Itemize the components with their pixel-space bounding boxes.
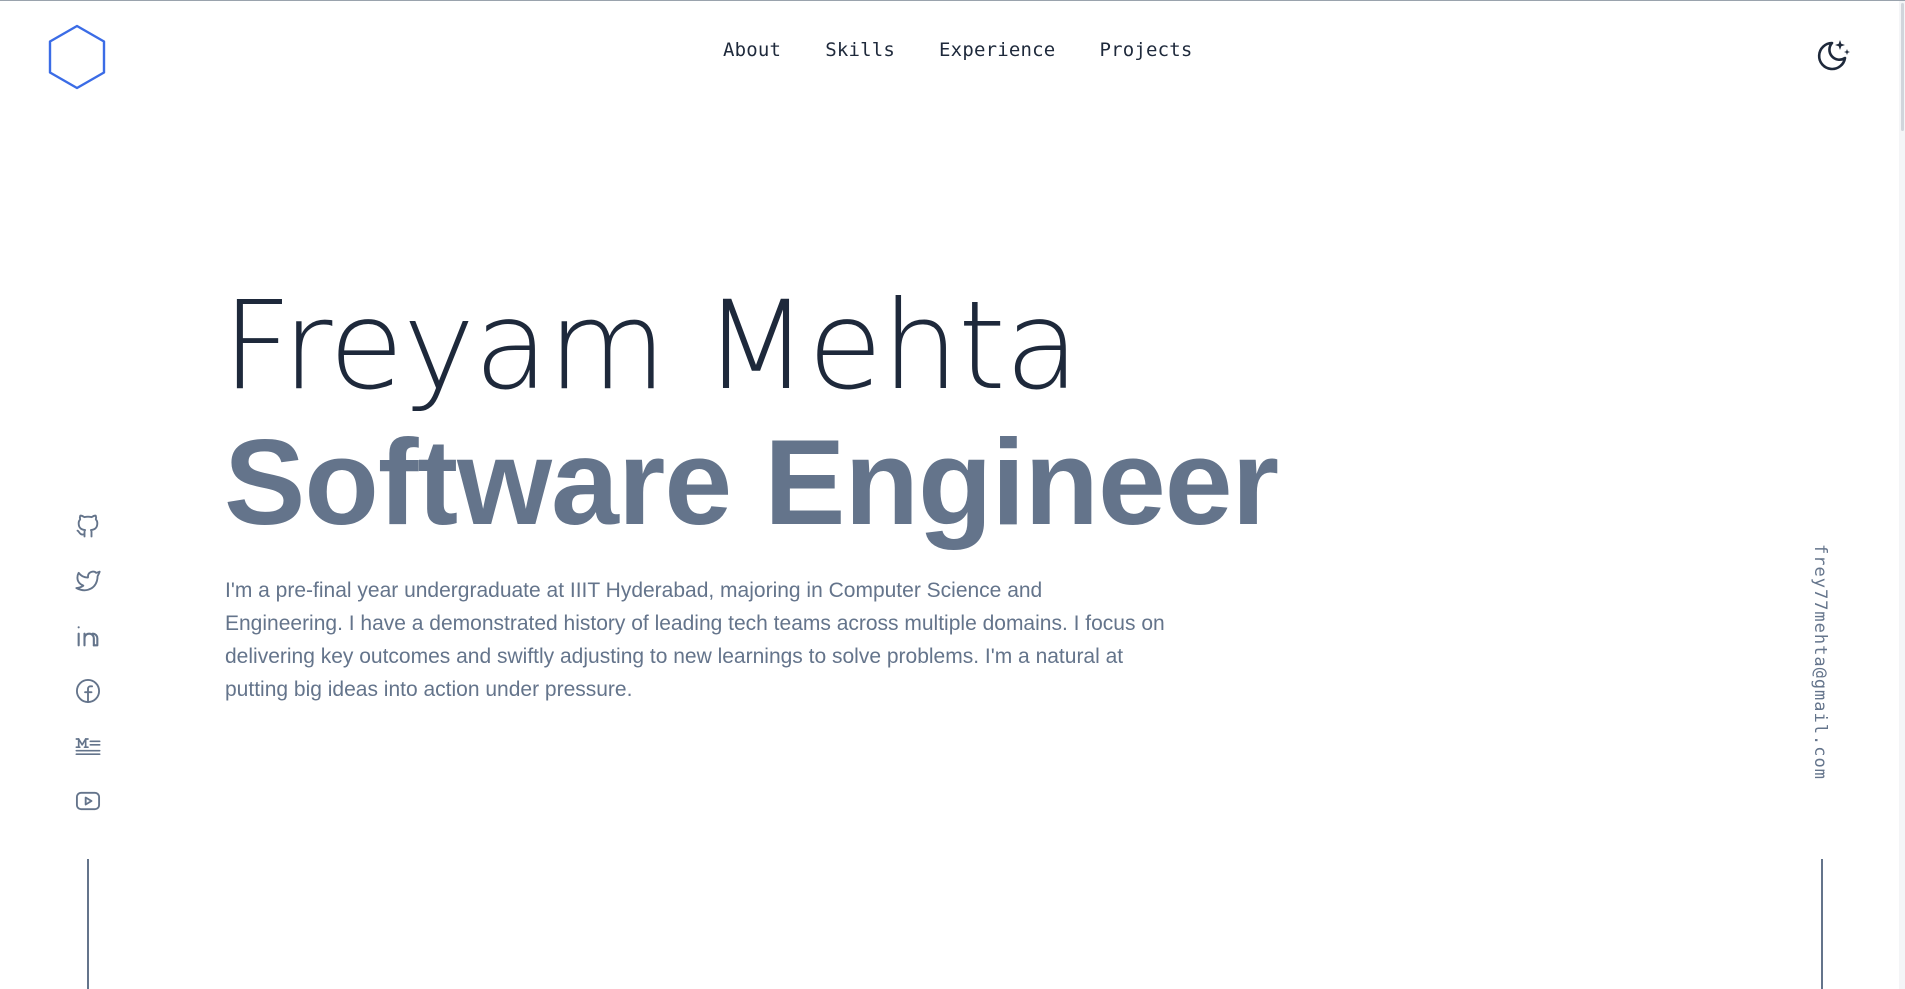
scrollbar-thumb[interactable] <box>1901 3 1904 131</box>
email-link[interactable]: frey77mehta@gmail.com <box>1810 544 1830 780</box>
hero-name: Freyam Mehta <box>222 275 1080 417</box>
email-divider-line <box>1821 859 1823 989</box>
linkedin-icon[interactable] <box>73 621 103 651</box>
social-links <box>72 511 104 841</box>
nav-link-skills[interactable]: Skills <box>825 39 895 61</box>
moon-stars-icon <box>1817 40 1850 71</box>
hero-role: Software Engineer <box>224 414 1279 550</box>
social-divider-line <box>87 859 89 989</box>
github-icon[interactable] <box>73 511 103 541</box>
page: About Skills Experience Projects Freyam … <box>0 0 1905 989</box>
facebook-icon[interactable] <box>73 676 103 706</box>
hero-bio: I'm a pre-final year undergraduate at II… <box>225 579 1165 701</box>
theme-toggle-button[interactable] <box>1812 35 1852 75</box>
hexagon-logo-icon[interactable] <box>46 23 108 91</box>
nav-link-about[interactable]: About <box>723 39 781 61</box>
youtube-icon[interactable] <box>73 786 103 816</box>
medium-icon[interactable] <box>73 731 103 761</box>
nav-link-experience[interactable]: Experience <box>939 39 1055 61</box>
nav-link-projects[interactable]: Projects <box>1099 39 1192 61</box>
twitter-icon[interactable] <box>73 566 103 596</box>
scrollbar[interactable] <box>1899 1 1905 989</box>
